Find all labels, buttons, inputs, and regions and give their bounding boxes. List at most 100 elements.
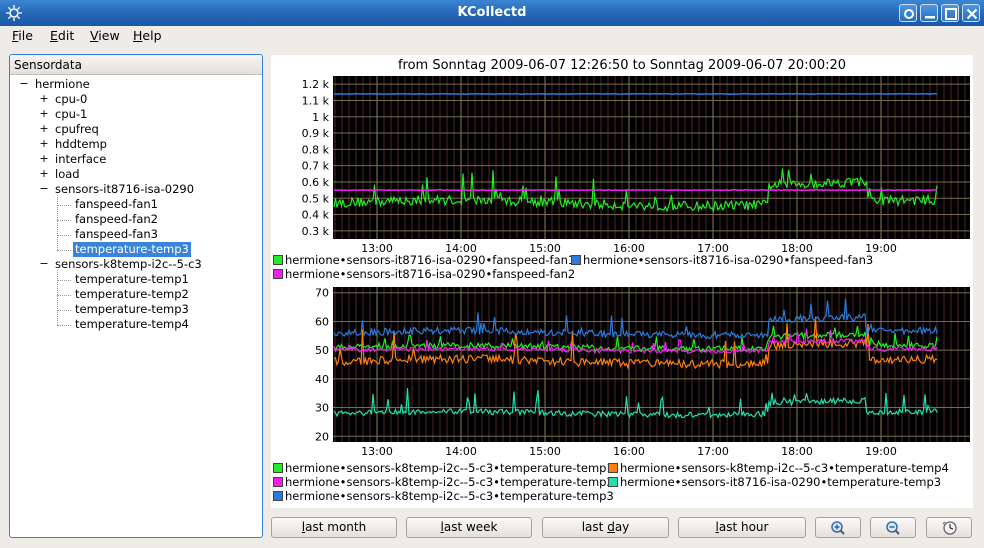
tree-item-label: hermione bbox=[35, 77, 90, 91]
auto-update-button[interactable] bbox=[926, 517, 972, 538]
series-line bbox=[333, 92, 938, 95]
tree-item[interactable]: fanspeed-fan3 bbox=[10, 227, 260, 242]
menu-edit-label: dit bbox=[57, 28, 75, 43]
last-week-button[interactable]: last week bbox=[406, 517, 532, 538]
legend-entry: hermione•sensors-it8716-isa-0290•fanspee… bbox=[571, 254, 873, 267]
expand-icon[interactable]: + bbox=[39, 92, 49, 105]
zoom-out-button[interactable] bbox=[870, 517, 916, 538]
tree-connector bbox=[57, 235, 71, 236]
tree-item[interactable]: + hddtemp bbox=[10, 137, 260, 152]
close-icon bbox=[966, 8, 978, 20]
collapse-icon[interactable]: − bbox=[19, 77, 29, 90]
legend-swatch bbox=[608, 477, 618, 487]
menu-file[interactable]: File bbox=[12, 28, 33, 43]
expand-icon[interactable]: + bbox=[39, 152, 49, 165]
y-tick-label: 0.7 k bbox=[302, 160, 330, 173]
menu-edit[interactable]: Edit bbox=[50, 28, 74, 43]
y-tick-label: 0.3 k bbox=[302, 225, 330, 238]
sensor-tree-panel[interactable]: Sensordata − hermione + cpu-0 + cpu-1 + cpufreq… bbox=[9, 54, 263, 538]
zoom-in-icon bbox=[831, 521, 845, 535]
tree-item-label: cpu-0 bbox=[55, 92, 88, 106]
tree-item[interactable]: + interface bbox=[10, 152, 260, 167]
tree-item[interactable]: − hermione bbox=[10, 77, 260, 92]
tree-item[interactable]: temperature-temp2 bbox=[10, 287, 260, 302]
last-month-label: ast month bbox=[305, 520, 367, 534]
tree-item[interactable]: + cpu-0 bbox=[10, 92, 260, 107]
expand-icon[interactable]: + bbox=[39, 107, 49, 120]
circle-icon bbox=[904, 9, 914, 19]
y-tick-label: 70 bbox=[315, 287, 329, 300]
window-menu-button[interactable] bbox=[899, 4, 917, 22]
legend-swatch bbox=[571, 255, 581, 265]
tree-item[interactable]: fanspeed-fan1 bbox=[10, 197, 260, 212]
menu-help[interactable]: Help bbox=[133, 28, 162, 43]
tree-item-label: sensors-it8716-isa-0290 bbox=[55, 182, 195, 196]
last-hour-button[interactable]: last hour bbox=[678, 517, 806, 538]
legend-entry: hermione•sensors-k8temp-i2c--5-c3•temper… bbox=[273, 476, 614, 489]
clock-icon bbox=[942, 521, 957, 535]
tree-item-label: cpufreq bbox=[55, 122, 99, 136]
legend-label: hermione•sensors-it8716-isa-0290•fanspee… bbox=[285, 267, 576, 281]
tree-item[interactable]: temperature-temp4 bbox=[10, 317, 260, 332]
y-tick-label: 1.1 k bbox=[302, 94, 330, 107]
last-month-button[interactable]: last month bbox=[271, 517, 397, 538]
tree-item[interactable]: temperature-temp3 bbox=[10, 242, 260, 257]
title-bar[interactable]: KCollectd bbox=[0, 0, 984, 26]
last-day-label: ay bbox=[614, 520, 630, 534]
x-tick-label: 18:00 bbox=[781, 445, 813, 458]
tree-connector bbox=[57, 280, 71, 281]
y-tick-label: 30 bbox=[315, 402, 329, 415]
tree-item[interactable]: − sensors-k8temp-i2c--5-c3 bbox=[10, 257, 260, 272]
menu-help-accel: H bbox=[133, 28, 143, 43]
menu-bar: File Edit View Help bbox=[0, 26, 984, 48]
y-tick-label: 0.9 k bbox=[302, 127, 330, 140]
tree-item[interactable]: fanspeed-fan2 bbox=[10, 212, 260, 227]
y-tick-label: 0.8 k bbox=[302, 143, 330, 156]
collapse-icon[interactable]: − bbox=[39, 182, 49, 195]
tree-item[interactable]: − sensors-it8716-isa-0290 bbox=[10, 182, 260, 197]
tree-item-label: sensors-k8temp-i2c--5-c3 bbox=[55, 257, 202, 271]
x-tick-label: 19:00 bbox=[865, 445, 897, 458]
legend-entry: hermione•sensors-it8716-isa-0290•fanspee… bbox=[273, 254, 575, 267]
graph-area[interactable]: from Sonntag 2009-06-07 12:26:50 to Sonn… bbox=[271, 55, 973, 508]
legend-swatch bbox=[273, 255, 283, 265]
tree-header[interactable]: Sensordata bbox=[10, 55, 262, 75]
close-button[interactable] bbox=[962, 4, 980, 22]
y-tick-label: 1.2 k bbox=[302, 78, 330, 91]
last-day-prefix: last bbox=[581, 520, 608, 534]
tree-item[interactable]: temperature-temp3 bbox=[10, 302, 260, 317]
collapse-icon[interactable]: − bbox=[39, 257, 49, 270]
last-day-button[interactable]: last day bbox=[542, 517, 669, 538]
x-tick-label: 17:00 bbox=[697, 445, 729, 458]
tree-item-label: interface bbox=[55, 152, 107, 166]
x-tick-label: 14:00 bbox=[445, 445, 477, 458]
legend-swatch bbox=[273, 269, 283, 279]
menu-view[interactable]: View bbox=[90, 28, 120, 43]
zoom-in-button[interactable] bbox=[815, 517, 861, 538]
menu-file-label: ile bbox=[18, 28, 33, 43]
y-tick-label: 20 bbox=[315, 430, 329, 443]
tree-connector bbox=[57, 270, 58, 325]
minimize-button[interactable] bbox=[920, 4, 938, 22]
legend-label: hermione•sensors-k8temp-i2c--5-c3•temper… bbox=[285, 461, 614, 475]
temperature-chart[interactable]: 20 30 40 50 60 70 13:00 14:00 15:00 16:00 17:00 18:… bbox=[271, 283, 973, 469]
tree-item[interactable]: + cpu-1 bbox=[10, 107, 260, 122]
tree-item-label: temperature-temp4 bbox=[75, 317, 189, 331]
tree-item-label: hddtemp bbox=[55, 137, 107, 151]
maximize-button[interactable] bbox=[941, 4, 959, 22]
y-tick-label: 0.6 k bbox=[302, 176, 330, 189]
y-tick-label: 40 bbox=[315, 373, 329, 386]
series-line bbox=[333, 188, 938, 192]
legend-label: hermione•sensors-it8716-isa-0290•fanspee… bbox=[583, 253, 874, 267]
tree-item-label: fanspeed-fan2 bbox=[75, 212, 158, 226]
fanspeed-chart[interactable]: 0.3 k 0.4 k 0.5 k 0.6 k 0.7 k 0.8 k 0.9 k 1 k 1.… bbox=[271, 55, 973, 255]
expand-icon[interactable]: + bbox=[39, 122, 49, 135]
tree-item[interactable]: + load bbox=[10, 167, 260, 182]
expand-icon[interactable]: + bbox=[39, 137, 49, 150]
minimize-icon bbox=[925, 16, 935, 19]
tree-item[interactable]: + cpufreq bbox=[10, 122, 260, 137]
tree-item-label: fanspeed-fan3 bbox=[75, 227, 158, 241]
tree-connector bbox=[57, 325, 71, 326]
tree-item[interactable]: temperature-temp1 bbox=[10, 272, 260, 287]
expand-icon[interactable]: + bbox=[39, 167, 49, 180]
